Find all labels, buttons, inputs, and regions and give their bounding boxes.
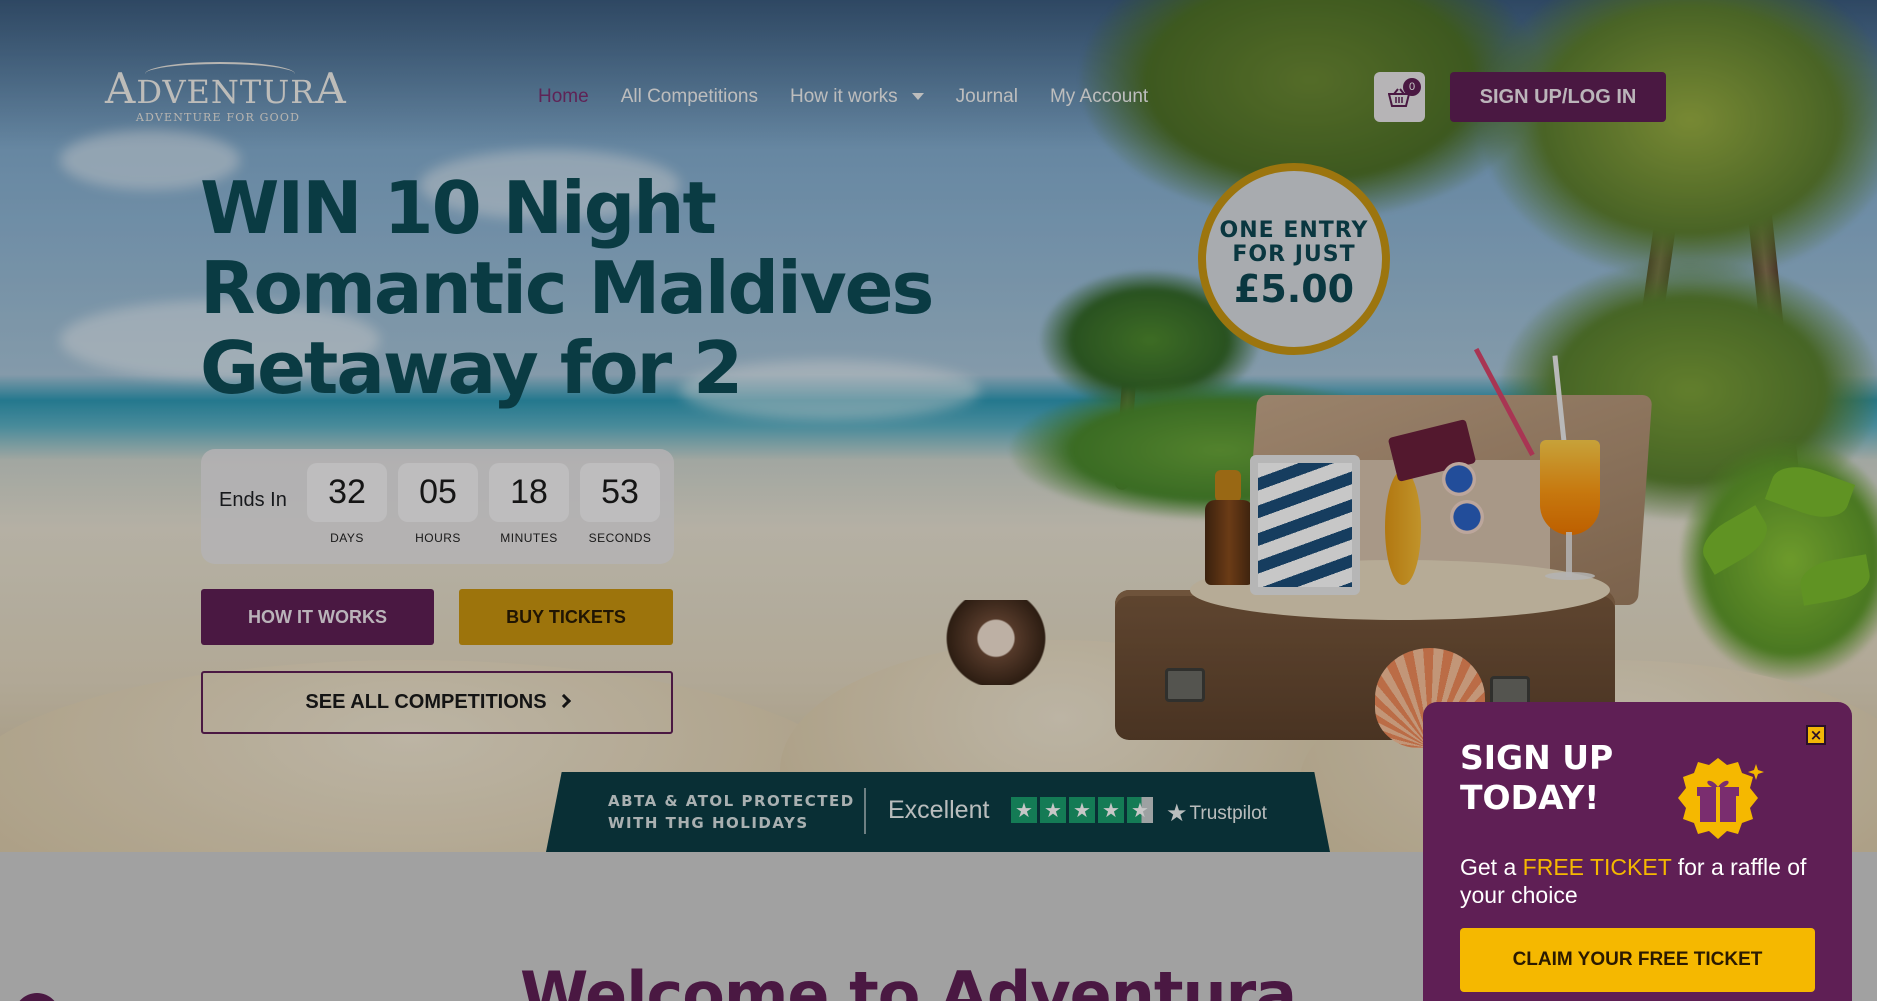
countdown-value: 18 — [489, 463, 569, 522]
countdown-seconds: 53 SECONDS — [580, 463, 660, 545]
countdown-unit-label: MINUTES — [500, 531, 558, 545]
countdown-timer: Ends In 32 DAYS 05 HOURS 18 MINUTES 53 S… — [201, 449, 674, 564]
hero-title: WIN 10 Night Romantic Maldives Getaway f… — [200, 166, 934, 410]
star-icon: ★ — [1098, 797, 1124, 823]
beach-chair — [1250, 455, 1360, 595]
abta-line2: WITH THG HOLIDAYS — [608, 814, 809, 832]
divider — [864, 788, 866, 834]
countdown-unit-label: SECONDS — [588, 531, 652, 545]
trustpilot-rating-text: Excellent — [888, 796, 990, 824]
how-it-works-button[interactable]: HOW IT WORKS — [201, 589, 434, 645]
welcome-heading: Welcome to Adventura — [520, 958, 1297, 1001]
popup-title-line2: TODAY! — [1460, 778, 1600, 817]
trustpilot-label: Trustpilot — [1189, 803, 1267, 824]
cocktail-stem — [1566, 532, 1572, 577]
buy-tickets-button[interactable]: BUY TICKETS — [459, 589, 673, 645]
popup-title: SIGN UP TODAY! — [1460, 738, 1613, 818]
countdown-label: Ends In — [219, 489, 287, 511]
nav-item-my-account[interactable]: My Account — [1050, 86, 1148, 108]
countdown-value: 53 — [580, 463, 660, 522]
sunscreen-bottle — [1205, 500, 1253, 585]
trustpilot-stars[interactable]: ★ ★ ★ ★ ★ — [1011, 797, 1153, 823]
star-icon: ★ — [1069, 797, 1095, 823]
see-all-competitions-button[interactable]: SEE ALL COMPETITIONS — [201, 671, 673, 734]
nav-item-how-it-works[interactable]: How it works — [790, 86, 924, 108]
sunglasses-lens — [1442, 462, 1476, 496]
popup-description: Get a FREE TICKET for a raffle of your c… — [1460, 853, 1830, 909]
countdown-unit-label: HOURS — [415, 531, 461, 545]
suitcase-clasp — [1165, 668, 1205, 702]
logo-tagline: ADVENTURE FOR GOOD — [135, 111, 301, 124]
cocktail — [1540, 440, 1600, 535]
conch-shell — [942, 600, 1062, 685]
cart-count-badge: 0 — [1403, 78, 1421, 96]
countdown-unit-label: DAYS — [330, 531, 364, 545]
abta-line1: ABTA & ATOL PROTECTED — [608, 792, 855, 810]
popup-text-highlight: FREE TICKET — [1522, 854, 1672, 880]
nav-item-all-competitions[interactable]: All Competitions — [621, 86, 758, 108]
price-badge-line2: FOR JUST — [1232, 242, 1356, 267]
claim-free-ticket-button[interactable]: CLAIM YOUR FREE TICKET — [1460, 928, 1815, 992]
surfboard — [1385, 470, 1421, 585]
trustpilot-star-icon: ★ — [1166, 800, 1188, 827]
cocktail-base — [1545, 572, 1595, 580]
star-icon: ★ — [1011, 797, 1037, 823]
main-nav: Home All Competitions How it works Journ… — [538, 86, 1148, 108]
sunscreen-cap — [1215, 470, 1241, 502]
countdown-minutes: 18 MINUTES — [489, 463, 569, 545]
sunglasses-lens — [1450, 500, 1484, 534]
half-star-icon: ★ — [1127, 797, 1153, 823]
close-icon[interactable]: × — [1806, 725, 1826, 745]
gift-icon — [1672, 754, 1764, 846]
popup-title-line1: SIGN UP — [1460, 738, 1614, 777]
star-icon: ★ — [1040, 797, 1066, 823]
trust-bar: ABTA & ATOL PROTECTED WITH THG HOLIDAYS … — [546, 772, 1330, 852]
countdown-value: 32 — [307, 463, 387, 522]
see-all-competitions-label: SEE ALL COMPETITIONS — [305, 691, 547, 713]
signup-login-button[interactable]: SIGN UP/LOG IN — [1450, 72, 1666, 122]
price-badge: ONE ENTRY FOR JUST £5.00 — [1198, 163, 1390, 355]
trustpilot-logo[interactable]: ★ Trustpilot — [1166, 799, 1267, 828]
countdown-value: 05 — [398, 463, 478, 522]
popup-text-before: Get a — [1460, 854, 1523, 880]
price-badge-amount: £5.00 — [1233, 267, 1355, 311]
price-badge-line1: ONE ENTRY — [1219, 218, 1369, 243]
nav-item-how-it-works-label: How it works — [789, 86, 898, 107]
abta-atol-text: ABTA & ATOL PROTECTED WITH THG HOLIDAYS — [608, 790, 855, 834]
logo-swoosh — [145, 62, 295, 86]
countdown-days: 32 DAYS — [307, 463, 387, 545]
chevron-right-icon — [556, 693, 571, 709]
countdown-hours: 05 HOURS — [398, 463, 478, 545]
adventura-logo[interactable]: ADVENTURA ADVENTURE FOR GOOD — [105, 62, 346, 134]
chevron-down-icon — [911, 93, 924, 101]
nav-item-home[interactable]: Home — [538, 86, 589, 108]
nav-item-journal[interactable]: Journal — [956, 86, 1018, 108]
palm-canopy — [1480, 0, 1877, 280]
cart-button[interactable]: 0 — [1374, 72, 1425, 122]
